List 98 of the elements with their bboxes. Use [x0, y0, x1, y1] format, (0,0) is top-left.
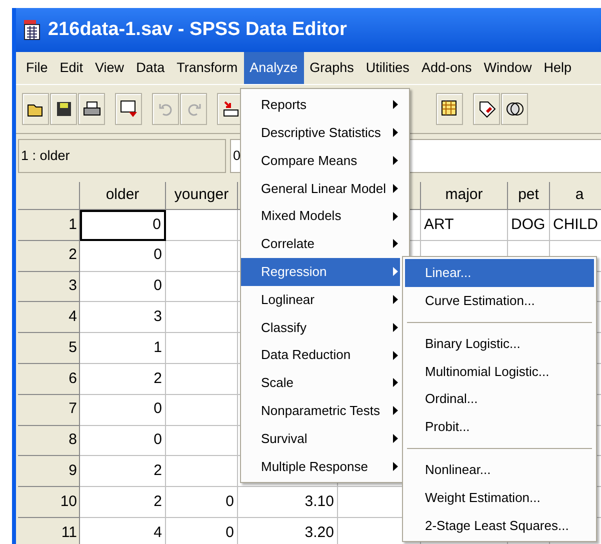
menu-item[interactable]: Analyze [244, 52, 304, 84]
submenu-arrow-icon [393, 100, 398, 110]
menu-item[interactable]: Help [538, 52, 578, 84]
menu-item[interactable]: Classify [241, 313, 400, 342]
table-cell: 0 [166, 487, 238, 518]
cell-name-field[interactable]: 1 : older [18, 139, 226, 173]
window-title: 216data-1.sav - SPSS Data Editor [48, 18, 347, 42]
table-cell [166, 302, 238, 334]
table-cell: 3.20 [238, 518, 338, 544]
menu-item[interactable]: Transform [170, 52, 244, 84]
submenu-arrow-icon [393, 239, 398, 248]
tag-icon[interactable] [473, 93, 500, 125]
menu-item[interactable]: Regression [241, 258, 400, 286]
menu-item[interactable]: Nonlinear... [405, 456, 594, 484]
menu-item[interactable]: File [20, 52, 54, 84]
table-cell: 3.10 [238, 487, 338, 518]
row-number[interactable]: 7 [18, 394, 80, 426]
row-number[interactable]: 9 [18, 456, 80, 488]
menu-item[interactable]: Utilities [360, 52, 416, 84]
table-cell: CHILD [550, 210, 601, 241]
submenu-arrow-icon [393, 212, 398, 221]
circles-icon[interactable] [501, 93, 528, 125]
row-number[interactable]: 3 [18, 272, 80, 302]
spreadsheet-icon [24, 20, 40, 40]
grid-icon[interactable] [436, 93, 463, 125]
submenu-arrow-icon [393, 350, 398, 360]
menu-item[interactable]: Reports [241, 91, 400, 119]
table-cell: 0 [166, 518, 238, 544]
menu-item[interactable]: Nonparametric Tests [241, 396, 400, 425]
submenu-arrow-icon [393, 462, 398, 471]
menu-item[interactable]: Scale [241, 368, 400, 397]
row-number[interactable]: 1 [18, 210, 80, 241]
table-cell: 2 [80, 456, 166, 488]
table-cell: 2 [80, 364, 166, 395]
submenu-arrow-icon [393, 267, 398, 276]
open-folder-icon[interactable] [22, 93, 49, 125]
menu-item[interactable]: Curve Estimation... [405, 286, 594, 315]
row-number[interactable]: 5 [18, 333, 80, 364]
submenu-arrow-icon [393, 378, 398, 388]
table-cell: 2 [80, 487, 166, 518]
submenu-arrow-icon [393, 434, 398, 443]
submenu-arrow-icon [393, 322, 398, 332]
menu-item[interactable]: Correlate [241, 230, 400, 258]
menu-item[interactable]: Window [478, 52, 538, 84]
menu-item[interactable]: Multinomial Logistic... [405, 357, 594, 386]
table-cell [166, 426, 238, 456]
menu-item[interactable]: Graphs [304, 52, 360, 84]
menu-item[interactable]: Data Reduction [241, 341, 400, 369]
table-cell: 4 [80, 518, 166, 544]
table-cell: 0 [80, 240, 166, 272]
menu-item[interactable]: Ordinal... [405, 385, 594, 413]
table-cell [166, 394, 238, 426]
menu-item[interactable]: Edit [54, 52, 90, 84]
menu-item[interactable]: Binary Logistic... [405, 330, 594, 358]
submenu-arrow-icon [393, 294, 398, 304]
menu-item[interactable]: Compare Means [241, 146, 400, 174]
print-icon[interactable] [78, 93, 105, 125]
table-cell: 0 [80, 272, 166, 302]
menu-item[interactable]: General Linear Model [241, 174, 400, 202]
menu-item[interactable]: Probit... [405, 412, 594, 441]
submenu-arrow-icon [393, 128, 398, 138]
row-number[interactable]: 2 [18, 240, 80, 272]
table-cell [166, 333, 238, 364]
menu-item[interactable]: Data [130, 52, 171, 84]
submenu-arrow-icon [393, 156, 398, 165]
menu-item[interactable]: Multiple Response [241, 452, 400, 480]
row-number[interactable]: 6 [18, 364, 80, 395]
row-number[interactable]: 8 [18, 426, 80, 456]
menu-item[interactable]: Survival [241, 424, 400, 452]
menu-item[interactable]: View [89, 52, 130, 84]
menu-item[interactable]: Linear... [405, 259, 594, 287]
table-cell [166, 364, 238, 395]
column-header[interactable]: older [80, 182, 166, 210]
dialog-icon[interactable] [115, 93, 142, 125]
table-cell: DOG [508, 210, 550, 241]
menu-item[interactable]: Weight Estimation... [405, 484, 594, 512]
column-header[interactable]: major [421, 182, 508, 210]
submenu-arrow-icon [393, 406, 398, 416]
row-number[interactable]: 4 [18, 302, 80, 334]
table-cell: 0 [80, 210, 166, 241]
table-cell: 1 [80, 333, 166, 364]
menu-item[interactable]: Mixed Models [241, 202, 400, 230]
table-cell [166, 240, 238, 272]
table-cell: 3 [80, 302, 166, 334]
column-header[interactable]: younger [166, 182, 238, 210]
menu-item[interactable]: Add-ons [415, 52, 478, 84]
submenu-arrow-icon [393, 184, 398, 193]
menu-item[interactable]: Loglinear [241, 286, 400, 314]
column-header[interactable]: pet [508, 182, 550, 210]
table-cell: ART [421, 210, 508, 241]
table-cell [166, 456, 238, 488]
table-cell: 0 [80, 394, 166, 426]
table-cell: 0 [80, 426, 166, 456]
menu-item[interactable]: 2-Stage Least Squares... [405, 511, 594, 540]
row-number[interactable]: 10 [18, 487, 80, 518]
table-cell [166, 210, 238, 241]
table-cell [166, 272, 238, 302]
save-icon[interactable] [50, 93, 77, 125]
